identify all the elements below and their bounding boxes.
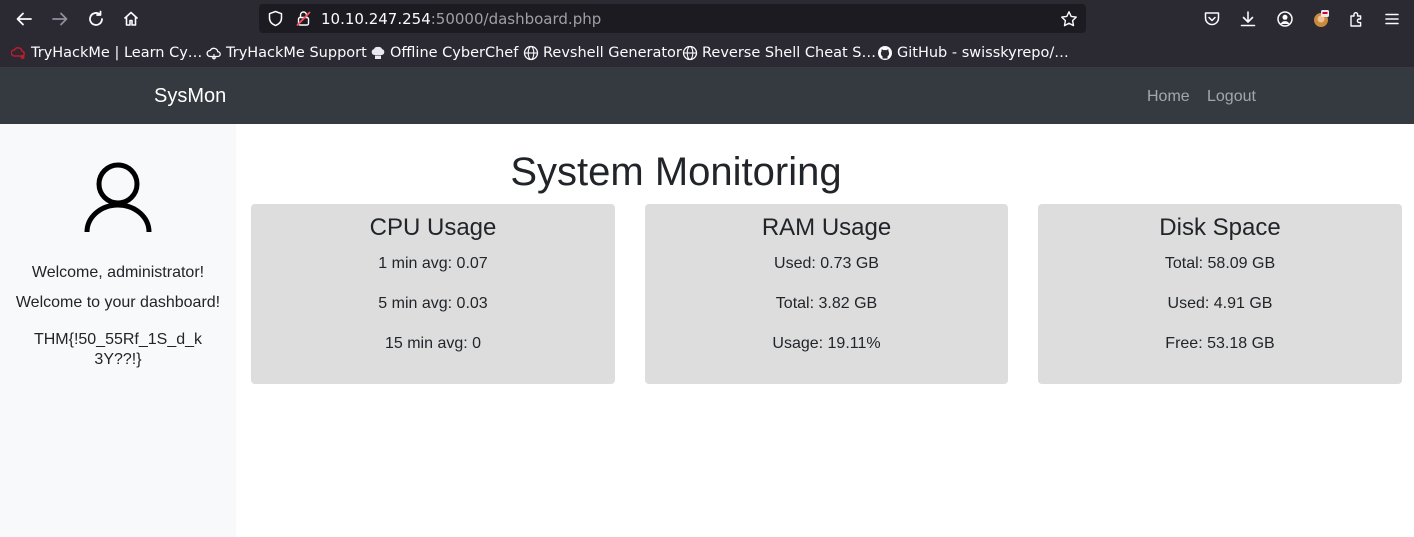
card-stat: Used: 4.91 GB	[1167, 295, 1273, 312]
pocket-icon	[1204, 12, 1220, 26]
card-stat: Total: 3.82 GB	[775, 295, 878, 312]
download-icon	[1240, 11, 1256, 27]
disk-space-card: Disk Space Total: 58.09 GB Used: 4.91 GB…	[1038, 204, 1402, 384]
welcome-dashboard-text: Welcome to your dashboard!	[15, 294, 221, 311]
card-stat: Free: 53.18 GB	[1165, 335, 1275, 352]
menu-button[interactable]	[1382, 9, 1402, 29]
shield-icon[interactable]	[267, 10, 284, 27]
star-icon[interactable]	[1060, 10, 1078, 28]
bookmark-label: Reverse Shell Cheat S…	[702, 45, 876, 61]
nav-home-link[interactable]: Home	[1147, 88, 1190, 106]
extension-avatar-icon	[1314, 10, 1329, 27]
url-host: 10.10.247.254	[321, 10, 431, 28]
back-button[interactable]	[12, 7, 36, 31]
brand-link[interactable]: SysMon	[154, 85, 226, 108]
bookmark-label: TryHackMe | Learn Cy…	[31, 45, 203, 61]
bookmark-tryhackme[interactable]: TryHackMe | Learn Cy…	[11, 44, 202, 62]
cloud-icon	[206, 47, 221, 60]
card-stat: 5 min avg: 0.03	[378, 295, 488, 312]
site-navbar: SysMon Home Logout	[0, 68, 1414, 124]
bookmark-label: Offline CyberChef	[390, 45, 519, 61]
bookmark-label: Revshell Generator	[543, 45, 682, 61]
home-button[interactable]	[119, 7, 143, 31]
extension-button[interactable]	[1311, 9, 1331, 29]
forward-button[interactable]	[48, 7, 72, 31]
card-title: Disk Space	[1159, 214, 1281, 241]
page-title: System Monitoring	[510, 150, 842, 194]
reload-icon	[89, 10, 103, 26]
sidebar: Welcome, administrator! Welcome to your …	[0, 124, 236, 537]
bookmark-offline-cyberchef[interactable]: Offline CyberChef	[370, 44, 518, 62]
card-stat: Usage: 19.11%	[772, 335, 881, 352]
arrow-left-icon	[16, 12, 32, 26]
pocket-button[interactable]	[1202, 9, 1222, 29]
bookmark-tryhackme-support[interactable]: TryHackMe Support	[206, 44, 367, 62]
card-stat: Total: 58.09 GB	[1164, 255, 1276, 272]
bookmark-revshell-generator[interactable]: Revshell Generator	[523, 44, 682, 62]
home-icon	[123, 11, 139, 26]
address-bar[interactable]: 10.10.247.254:50000/dashboard.php	[259, 4, 1086, 33]
ram-usage-card: RAM Usage Used: 0.73 GB Total: 3.82 GB U…	[645, 204, 1008, 384]
browser-toolbar: 10.10.247.254:50000/dashboard.php	[0, 0, 1414, 38]
account-button[interactable]	[1275, 9, 1295, 29]
chef-hat-icon	[371, 46, 385, 59]
url-text[interactable]: 10.10.247.254:50000/dashboard.php	[321, 10, 601, 28]
tryhackme-icon	[11, 47, 25, 59]
github-icon	[878, 46, 892, 60]
downloads-button[interactable]	[1238, 9, 1258, 29]
card-stat: 1 min avg: 0.07	[378, 255, 488, 272]
bookmark-reverse-shell-cheat-sheet[interactable]: Reverse Shell Cheat S…	[682, 44, 876, 62]
bookmark-label: TryHackMe Support	[226, 45, 367, 61]
extensions-button[interactable]	[1347, 9, 1367, 29]
account-icon	[1277, 11, 1293, 27]
card-stat: 15 min avg: 0	[384, 335, 482, 352]
globe-icon	[523, 45, 539, 61]
bookmarks-bar: TryHackMe | Learn Cy… TryHackMe Support …	[0, 38, 1414, 68]
url-path: :50000/dashboard.php	[430, 10, 602, 28]
card-title: RAM Usage	[761, 214, 892, 241]
user-avatar-icon	[84, 162, 152, 233]
insecure-lock-icon[interactable]	[295, 10, 312, 27]
card-title: CPU Usage	[369, 214, 497, 241]
welcome-user-text: Welcome, administrator!	[31, 264, 205, 281]
flag-text: THM{!50_55Rf_1S_d_k3Y??!}	[33, 331, 203, 368]
bookmark-label: GitHub - swisskyrepo/…	[897, 45, 1069, 61]
hamburger-menu-icon	[1385, 13, 1399, 25]
card-stat: Used: 0.73 GB	[774, 255, 879, 272]
globe-icon	[682, 45, 698, 61]
cpu-usage-card: CPU Usage 1 min avg: 0.07 5 min avg: 0.0…	[251, 204, 615, 384]
bookmark-github-swisskyrepo[interactable]: GitHub - swisskyrepo/…	[877, 44, 1069, 62]
arrow-right-icon	[52, 12, 68, 26]
reload-button[interactable]	[84, 7, 108, 31]
puzzle-icon	[1350, 12, 1362, 27]
nav-logout-link[interactable]: Logout	[1207, 88, 1256, 106]
